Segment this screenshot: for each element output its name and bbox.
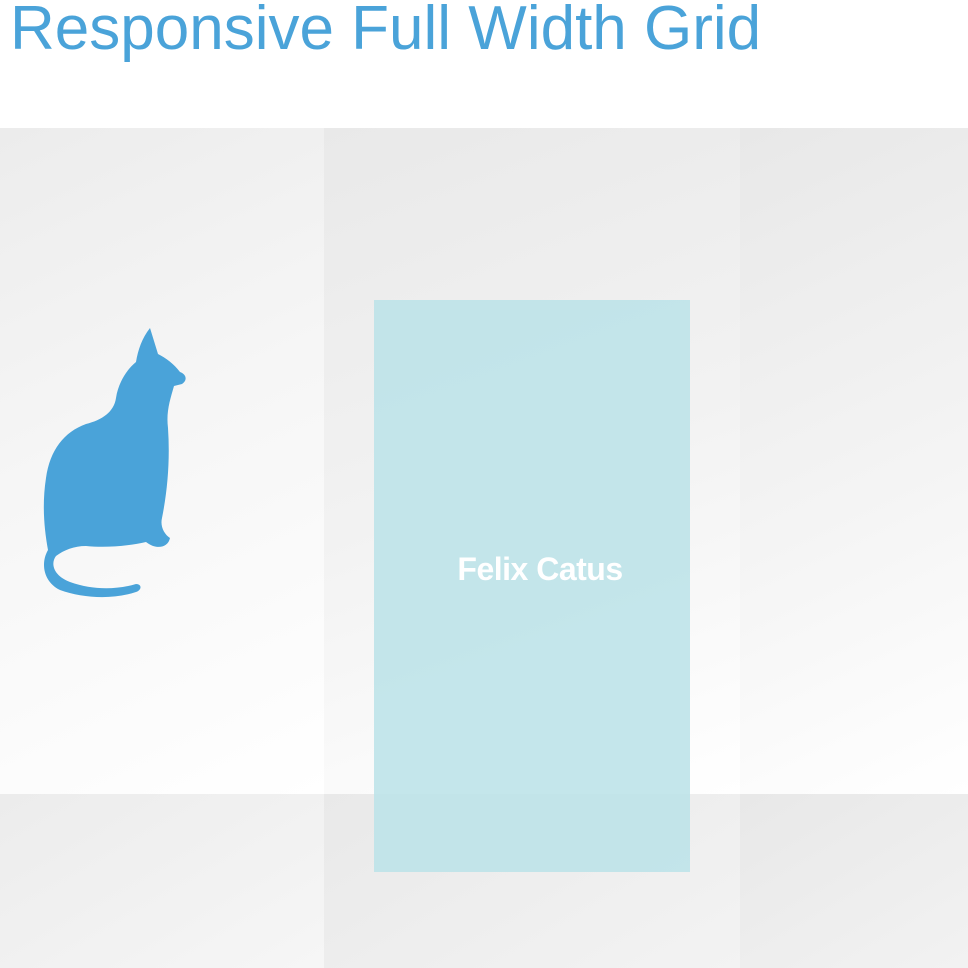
caption-label: Felix Catus — [457, 550, 623, 587]
hover-caption-overlay[interactable]: Felix Catus — [374, 300, 690, 872]
grid-tile[interactable] — [0, 128, 324, 794]
grid-tile[interactable] — [740, 128, 968, 794]
grid-tile[interactable] — [740, 794, 968, 968]
page-title: Responsive Full Width Grid — [10, 0, 762, 63]
cat-silhouette-icon — [43, 328, 186, 598]
image-grid: Felix Catus — [0, 128, 968, 968]
grid-tile[interactable] — [0, 794, 324, 968]
